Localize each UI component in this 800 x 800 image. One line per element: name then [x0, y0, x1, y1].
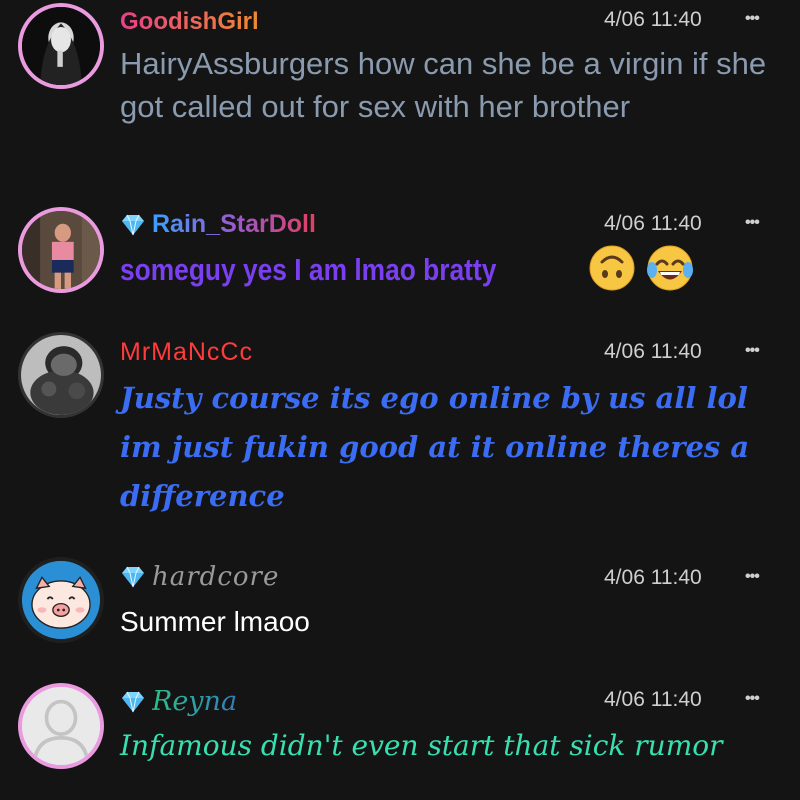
- avatar[interactable]: [18, 332, 104, 418]
- upside-down-face-emoji-icon: [589, 245, 635, 291]
- timestamp: 4/06 11:40: [604, 340, 702, 363]
- message-text: HairyAssburgers how can she be a virgin …: [120, 46, 767, 124]
- timestamp: 4/06 11:40: [604, 8, 702, 31]
- more-options-icon[interactable]: •••: [745, 568, 760, 586]
- avatar[interactable]: [18, 207, 104, 293]
- message-item: Rain_StarDoll 4/06 11:40 ••• someguy yes…: [0, 190, 800, 318]
- message-text: Justy course its ego online by us all lo…: [120, 381, 750, 513]
- tears-of-joy-emoji-icon: [647, 245, 693, 291]
- avatar-image: [22, 7, 100, 85]
- message-text-content: someguy yes I am lmao bratty: [120, 251, 497, 287]
- more-options-icon[interactable]: •••: [745, 342, 760, 360]
- avatar[interactable]: [18, 683, 104, 769]
- diamond-badge-icon: [122, 214, 144, 235]
- pig-avatar-image: [22, 561, 100, 639]
- avatar-image: [21, 335, 101, 415]
- message-item: MrMaNcCc 4/06 11:40 ••• Justy course its…: [0, 318, 800, 548]
- username[interactable]: GoodishGirl: [120, 8, 259, 36]
- message-item: Reyna 4/06 11:40 ••• Infamous didn't eve…: [0, 670, 800, 800]
- username[interactable]: Rain_StarDoll: [120, 210, 316, 239]
- username-text: GoodishGirl: [120, 8, 259, 35]
- more-options-icon[interactable]: •••: [745, 214, 760, 232]
- diamond-badge-icon: [122, 566, 144, 588]
- username-text: hardcore: [152, 562, 280, 592]
- username[interactable]: hardcore: [120, 562, 279, 592]
- default-user-avatar-icon: [22, 687, 100, 765]
- username-text: MrMaNcCc: [120, 338, 253, 366]
- diamond-badge-icon: [122, 691, 144, 712]
- more-options-icon[interactable]: •••: [745, 10, 760, 28]
- username[interactable]: Reyna: [120, 686, 237, 717]
- avatar[interactable]: [18, 557, 104, 643]
- message-item: hardcore 4/06 11:40 ••• Summer lmaoo: [0, 548, 800, 670]
- avatar[interactable]: [18, 3, 104, 89]
- username-text: Reyna: [152, 686, 238, 717]
- timestamp: 4/06 11:40: [604, 688, 702, 711]
- avatar-image: [22, 211, 100, 289]
- timestamp: 4/06 11:40: [604, 566, 702, 589]
- more-options-icon[interactable]: •••: [745, 690, 760, 708]
- message-text: Summer lmaoo: [120, 606, 310, 637]
- username-text: Rain_StarDoll: [152, 210, 316, 238]
- timestamp: 4/06 11:40: [604, 212, 702, 235]
- message-item: GoodishGirl 4/06 11:40 ••• HairyAssburge…: [0, 0, 800, 190]
- username[interactable]: MrMaNcCc: [120, 338, 253, 367]
- message-text: Infamous didn't even start that sick rum…: [120, 729, 723, 762]
